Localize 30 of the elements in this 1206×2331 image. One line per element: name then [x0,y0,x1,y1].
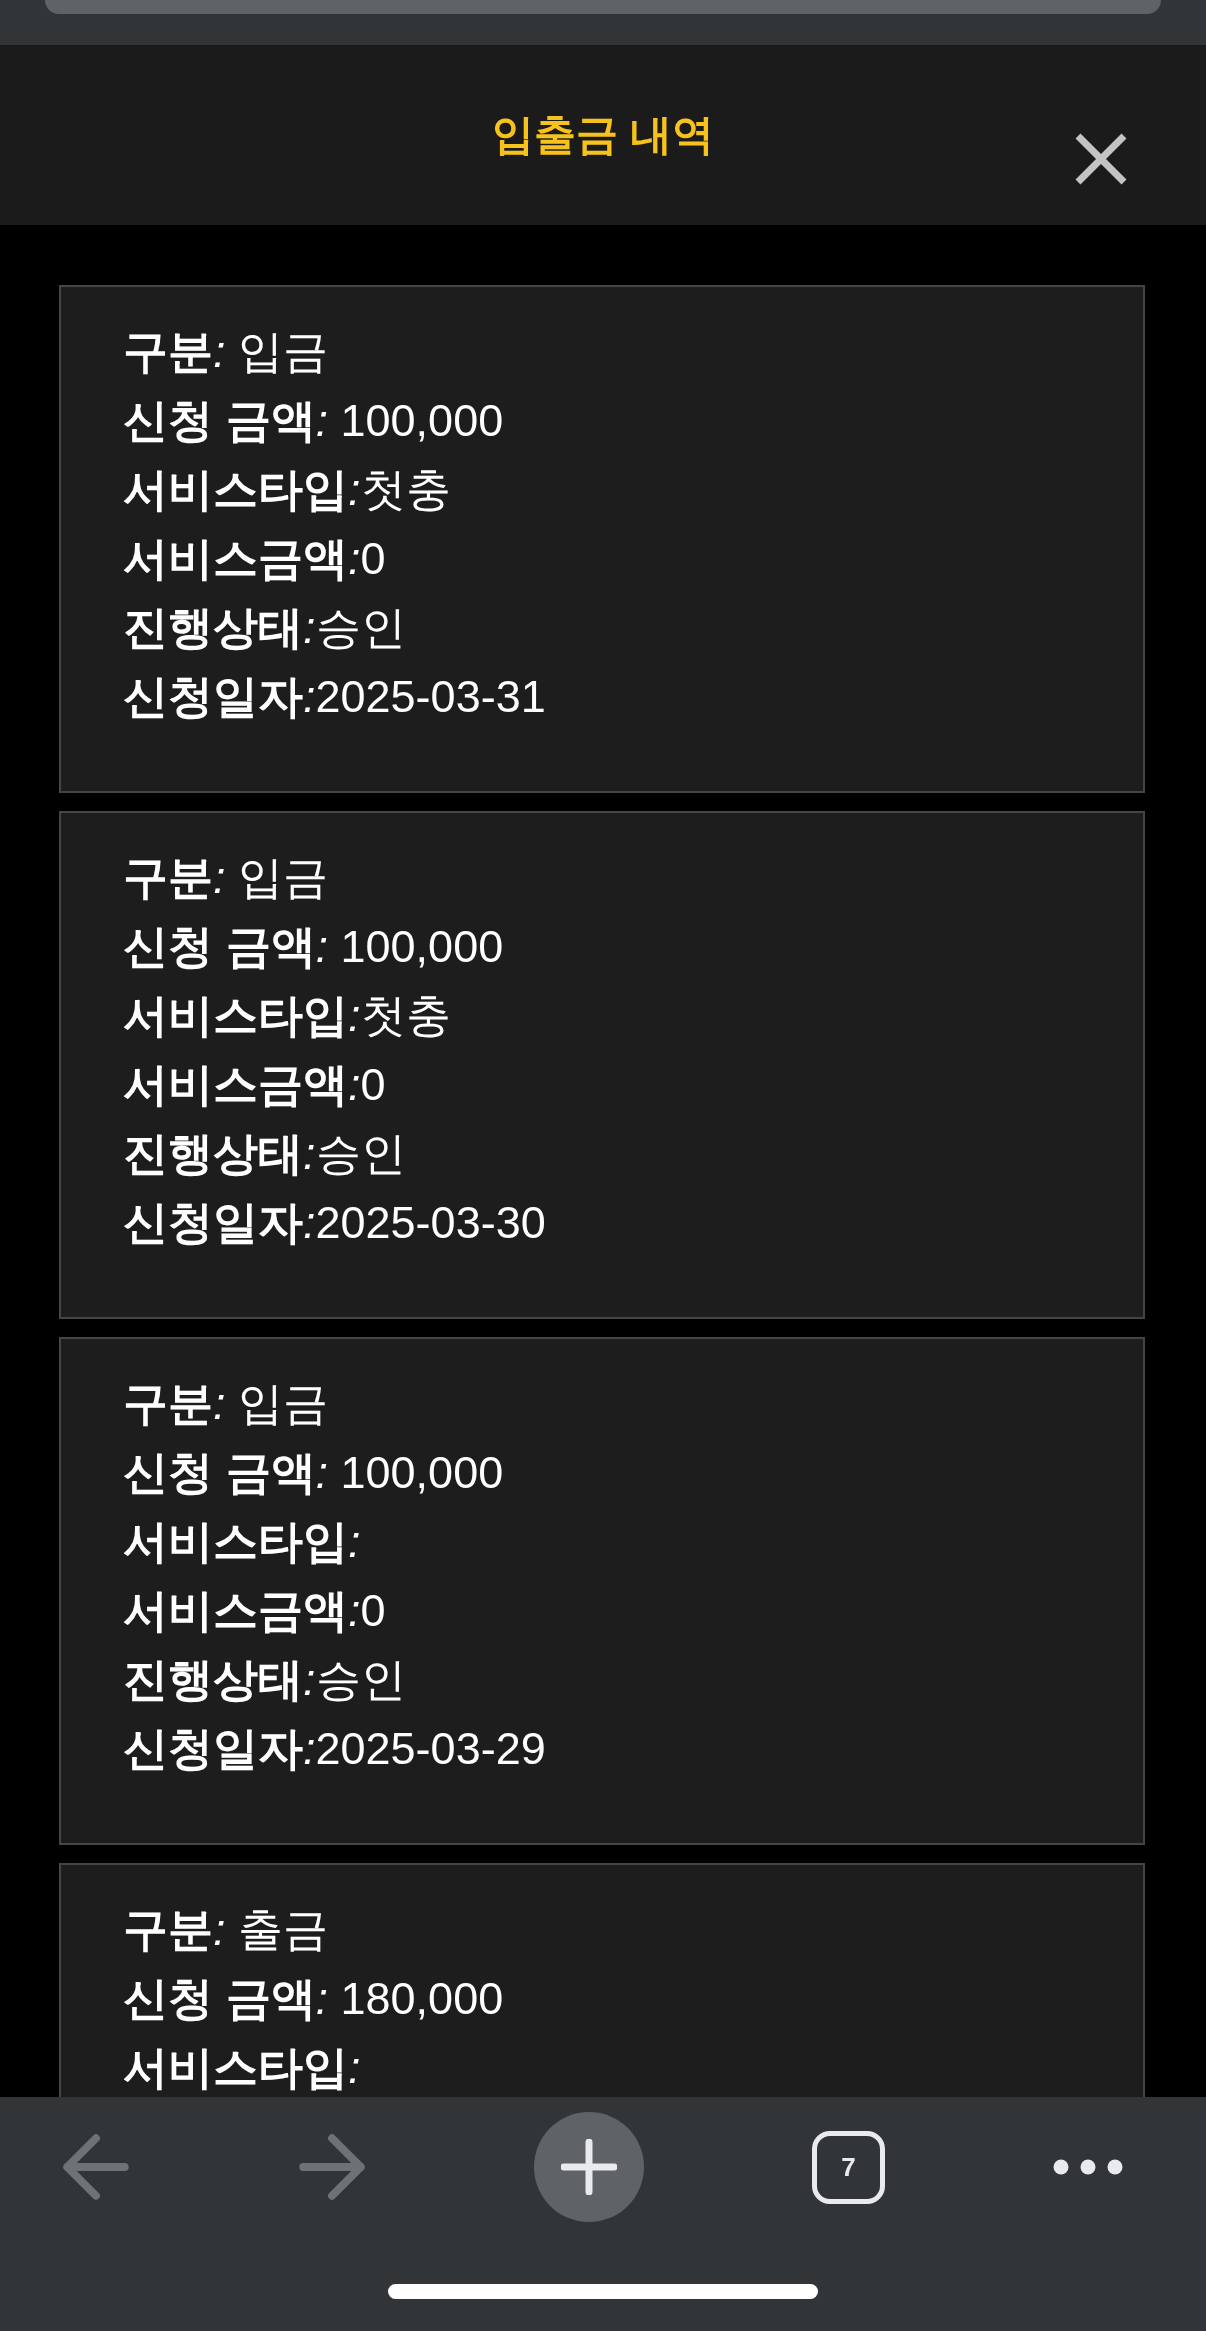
more-button[interactable] [1053,2159,1123,2175]
record-field: 서비스타입: [123,1507,361,1576]
record-field: 서비스금액:0 [123,1050,386,1119]
close-icon [1075,133,1127,185]
dialog-title: 입출금 내역 [492,114,714,156]
left-arrow-icon [62,2132,130,2202]
record-field: 신청 금액: 180,000 [123,1964,504,2033]
record-field: 서비스금액:0 [123,1576,386,1645]
record-field: 신청일자:2025-03-30 [123,1188,546,1257]
right-arrow-icon [298,2132,366,2202]
plus-icon [561,2139,617,2195]
record-field: 진행상태:승인 [123,1645,406,1714]
record-field: 신청일자:2025-03-31 [123,662,546,731]
record-field: 구분: 입금 [123,843,328,912]
record-field: 진행상태:승인 [123,593,406,662]
record-field: 구분: 입금 [123,317,328,386]
record-field: 신청 금액: 100,000 [123,912,504,981]
record-field: 서비스금액:0 [123,524,386,593]
record-field: 신청 금액: 100,000 [123,1438,504,1507]
record-field: 진행상태:승인 [123,1119,406,1188]
record-field: 신청 금액: 100,000 [123,386,504,455]
tab-switcher-button[interactable]: 7 [812,2130,885,2204]
record-field: 구분: 출금 [123,1895,328,1964]
record-field: 서비스타입:첫충 [123,455,451,524]
close-button[interactable] [1075,133,1127,185]
record-field: 서비스타입:첫충 [123,981,451,1050]
record-field: 구분: 입금 [123,1369,328,1438]
record-field: 신청일자:2025-03-29 [123,1714,546,1783]
record-field: 서비스타입: [123,2033,361,2097]
more-icon [1053,2159,1123,2175]
